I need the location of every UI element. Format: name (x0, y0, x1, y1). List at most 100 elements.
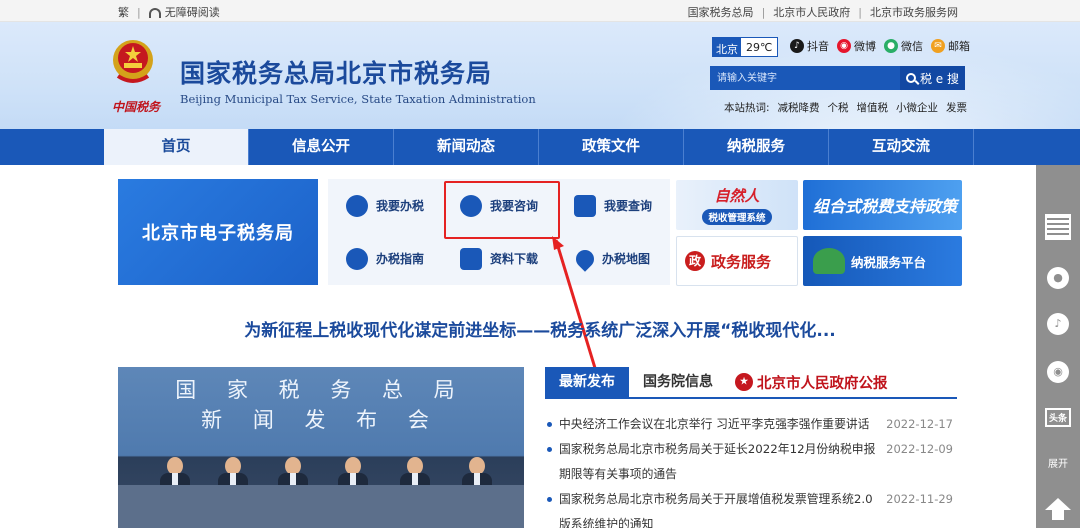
accessible-reading-link[interactable]: 无障碍阅读 (148, 4, 220, 20)
social-links: ♪ 抖音 ◉ 微博 ● 微信 ✉ 邮箱 (790, 38, 970, 54)
tax-service-platform-banner[interactable]: 纳税服务平台 (803, 236, 962, 286)
link-beijing-service[interactable]: 北京市政务服务网 (870, 4, 958, 20)
banner-label: 纳税服务平台 (851, 254, 927, 270)
service-label: 资料下载 (489, 252, 538, 266)
service-label: 我要办税 (375, 199, 424, 213)
link-sat[interactable]: 国家税务总局 (688, 4, 754, 20)
site-header: 中国税务 国家税务总局北京市税务局 Beijing Municipal Tax … (0, 22, 1080, 129)
headline-link[interactable]: 为新征程上税收现代化谋定前进坐标——税务系统广泛深入开展“税收现代化... (0, 316, 1080, 341)
site-title[interactable]: 国家税务总局北京市税务局 (180, 54, 492, 90)
back-to-top-button[interactable] (1036, 487, 1080, 528)
nav-home[interactable]: 首页 (104, 129, 249, 165)
list-item[interactable]: 国家税务总局北京市税务局关于延长2022年12月份纳税申报期限等有关事项的通告 … (545, 437, 957, 487)
search-button[interactable]: 税 e 搜 (900, 66, 965, 90)
headphones-icon (148, 8, 161, 18)
arrow-up-stem (1052, 510, 1064, 520)
main-nav: 首页 信息公开 新闻动态 政策文件 纳税服务 互动交流 (0, 129, 1080, 165)
page: 繁 | 无障碍阅读 国家税务总局 | 北京市人民政府 | 北京市政务服务网 中国… (0, 0, 1080, 528)
hand-coin-icon (345, 194, 368, 217)
weibo-icon: ◉ (837, 39, 851, 53)
news-date: 2022-12-09 (886, 442, 953, 456)
toutiao-icon: 头条 (1044, 407, 1071, 427)
news-list: 中央经济工作会议在北京举行 习近平李克强李强作重要讲话 2022-12-17 国… (545, 412, 957, 528)
douyin-button[interactable]: ♪ (1036, 302, 1080, 346)
weather-temperature: 29℃ (741, 38, 778, 56)
nav-news[interactable]: 新闻动态 (394, 129, 539, 165)
hot-word[interactable]: 减税降费 (778, 100, 820, 115)
divider: | (137, 5, 141, 19)
service-label: 办税指南 (375, 252, 424, 266)
hot-word[interactable]: 个税 (828, 100, 849, 115)
platform-icon (813, 248, 845, 274)
toutiao-button[interactable]: 头条 (1036, 395, 1080, 439)
site-title-english: Beijing Municipal Tax Service, State Tax… (180, 92, 536, 106)
email-label: 邮箱 (948, 40, 970, 53)
tax-support-policy-banner[interactable]: 组合式税费支持政策 (803, 180, 962, 230)
tab-latest[interactable]: 最新发布 (545, 367, 629, 397)
arrow-up-icon (1045, 498, 1071, 510)
tab-beijing-gazette[interactable]: ★ 北京市人民政府公报 (735, 367, 888, 397)
banner-subtitle: 税收管理系统 (702, 209, 772, 225)
list-item[interactable]: 中央经济工作会议在北京举行 习近平李克强李强作重要讲话 2022-12-17 (545, 412, 957, 437)
natural-person-tax-system-banner[interactable]: 自然人 税收管理系统 (676, 180, 798, 230)
search-button-label: 税 e 搜 (919, 71, 959, 86)
press-conference-photo[interactable]: 国 家 税 务 总 局 新 闻 发 布 会 (118, 367, 524, 528)
email-link[interactable]: ✉ 邮箱 (931, 38, 970, 54)
compass-icon (345, 247, 368, 270)
service-download[interactable]: 资料下载 (442, 232, 556, 285)
tab-state-council[interactable]: 国务院信息 (629, 367, 727, 397)
news-title[interactable]: 国家税务总局北京市税务局关于开展增值税发票管理系统2.0版系统维护的通知 (559, 487, 879, 528)
nav-interaction[interactable]: 互动交流 (829, 129, 974, 165)
hot-word[interactable]: 小微企业 (896, 100, 938, 115)
qr-code-button[interactable] (1036, 205, 1080, 249)
emblem-icon: ★ (735, 373, 753, 391)
link-beijing-government[interactable]: 北京市人民政府 (773, 4, 850, 20)
hot-word[interactable]: 增值税 (857, 100, 889, 115)
search-icon (905, 73, 916, 83)
wechat-label: 微信 (901, 40, 923, 53)
hot-word[interactable]: 发票 (946, 100, 967, 115)
weibo-link[interactable]: ◉ 微博 (837, 38, 876, 54)
gazette-label: 北京市人民政府公报 (757, 374, 888, 392)
service-guide[interactable]: 办税指南 (328, 232, 442, 285)
government-logo-icon: 政 (685, 251, 705, 271)
photo-backdrop-text: 国 家 税 务 总 局 新 闻 发 布 会 (118, 375, 524, 435)
service-query[interactable]: 我要查询 (556, 179, 670, 232)
nav-info-disclosure[interactable]: 信息公开 (249, 129, 394, 165)
douyin-link[interactable]: ♪ 抖音 (790, 38, 829, 54)
document-search-icon (573, 194, 596, 217)
douyin-label: 抖音 (807, 40, 829, 53)
service-map[interactable]: 办税地图 (556, 232, 670, 285)
service-handle-tax[interactable]: 我要办税 (328, 179, 442, 232)
map-pin-icon (572, 245, 598, 272)
service-label: 办税地图 (601, 252, 650, 266)
weibo-icon: ◉ (1047, 361, 1069, 383)
nav-tax-service[interactable]: 纳税服务 (684, 129, 829, 165)
list-item[interactable]: 国家税务总局北京市税务局关于开展增值税发票管理系统2.0版系统维护的通知 202… (545, 487, 957, 528)
wechat-link[interactable]: ● 微信 (884, 38, 923, 54)
banner-title: 自然人 (714, 187, 760, 205)
conference-table (118, 485, 524, 528)
search-input[interactable] (710, 66, 900, 90)
news-title[interactable]: 国家税务总局北京市税务局关于延长2022年12月份纳税申报期限等有关事项的通告 (559, 437, 879, 487)
news-tabs: 最新发布 国务院信息 ★ 北京市人民政府公报 (545, 367, 957, 399)
floating-toolbar: ● ♪ ◉ 头条 展开 (1036, 165, 1080, 528)
hot-words: 本站热词: 减税降费 个税 增值税 小微企业 发票 (724, 100, 967, 115)
highlight-box (444, 181, 560, 239)
e-tax-bureau-button[interactable]: 北京市电子税务局 (118, 179, 318, 285)
wechat-icon: ● (1047, 267, 1069, 289)
china-tax-logo-text: 中国税务 (112, 100, 161, 114)
government-service-banner[interactable]: 政 政务服务 (676, 236, 798, 286)
weibo-button[interactable]: ◉ (1036, 350, 1080, 394)
nav-policy[interactable]: 政策文件 (539, 129, 684, 165)
traditional-chinese-link[interactable]: 繁 (118, 4, 129, 20)
expand-button[interactable]: 展开 (1036, 440, 1080, 484)
backdrop-line: 新 闻 发 布 会 (201, 408, 441, 432)
wechat-icon: ● (884, 39, 898, 53)
news-title[interactable]: 中央经济工作会议在北京举行 习近平李克强李强作重要讲话 (559, 412, 879, 437)
wechat-button[interactable]: ● (1036, 256, 1080, 300)
service-label: 我要查询 (603, 199, 652, 213)
national-emblem-icon[interactable] (110, 36, 156, 86)
douyin-icon: ♪ (1047, 313, 1069, 335)
weather-widget: 北京 29℃ (712, 37, 779, 57)
